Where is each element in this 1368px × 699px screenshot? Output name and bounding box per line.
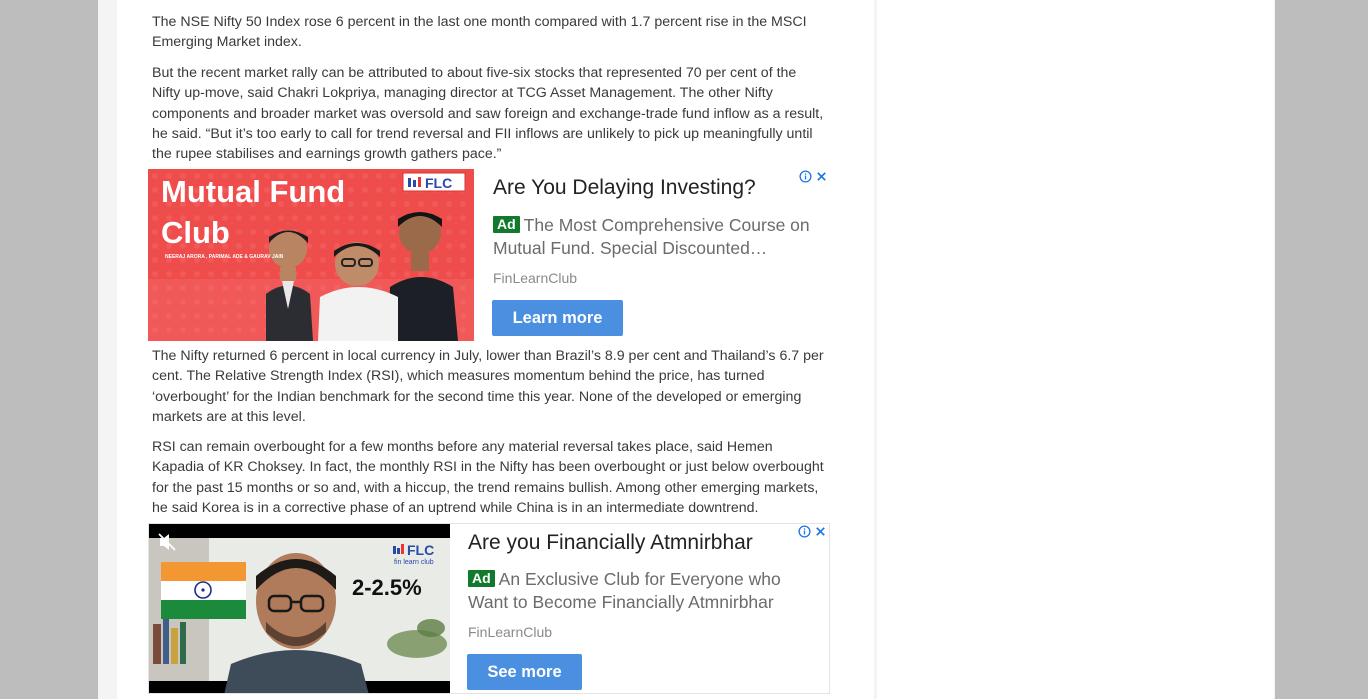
- see-more-button[interactable]: See more: [467, 654, 582, 690]
- ad-source[interactable]: FinLearnClub: [493, 270, 577, 286]
- ad-unit-atmnirbhar[interactable]: FLC fin learn club 2-2.5% Are you Financ…: [148, 523, 830, 694]
- ad-unit-mutual-fund[interactable]: Mutual Fund Club NEERAJ ARORA , PARIMAL …: [148, 169, 830, 341]
- ad-controls: [799, 170, 828, 183]
- article-paragraph: The NSE Nifty 50 Index rose 6 percent in…: [152, 14, 807, 51]
- ad-info-icon[interactable]: [798, 525, 811, 538]
- ad-video-logo-sub: fin learn club: [394, 559, 434, 566]
- ad-title[interactable]: Are You Delaying Investing?: [493, 176, 756, 200]
- ad-controls: [798, 525, 827, 538]
- ad-image-headline-2: Club: [161, 215, 230, 250]
- ad-badge: Ad: [493, 216, 520, 233]
- ad-video-stat: 2-2.5%: [352, 575, 422, 600]
- learn-more-button[interactable]: Learn more: [492, 300, 623, 336]
- ad-badge: Ad: [468, 570, 495, 587]
- ad-description[interactable]: Ad An Exclusive Club for Everyone who Wan…: [468, 568, 808, 613]
- ad-description-text: The Most Comprehensive Course on Mutual …: [493, 215, 810, 258]
- india-flag-icon: [161, 562, 246, 619]
- ad-image-headline-1: Mutual Fund: [161, 174, 345, 209]
- ad-info-icon[interactable]: [799, 170, 812, 183]
- ad-source[interactable]: FinLearnClub: [468, 624, 552, 640]
- article-paragraph: But the recent market rally can be attri…: [152, 65, 824, 163]
- ad-image-logo: FLC: [425, 175, 452, 191]
- ad-close-icon[interactable]: [814, 525, 827, 538]
- ad-description-text: An Exclusive Club for Everyone who Want …: [468, 569, 781, 612]
- ad-video-logo: FLC: [407, 542, 434, 558]
- sidebar-column: [877, 0, 1274, 699]
- ad-video-atmnirbhar[interactable]: FLC fin learn club 2-2.5%: [149, 524, 450, 693]
- ad-close-icon[interactable]: [815, 170, 828, 183]
- ad-image-mutual-fund-club[interactable]: Mutual Fund Club NEERAJ ARORA , PARIMAL …: [148, 169, 474, 341]
- ad-title[interactable]: Are you Financially Atmnirbhar: [468, 531, 753, 555]
- article-paragraph: RSI can remain overbought for a few mont…: [152, 439, 824, 516]
- article-paragraph: The Nifty returned 6 percent in local cu…: [152, 348, 824, 425]
- ad-image-names: NEERAJ ARORA , PARIMAL ADE & GAURAV JAIN: [165, 254, 284, 260]
- ad-description[interactable]: Ad The Most Comprehensive Course on Mutua…: [493, 214, 813, 259]
